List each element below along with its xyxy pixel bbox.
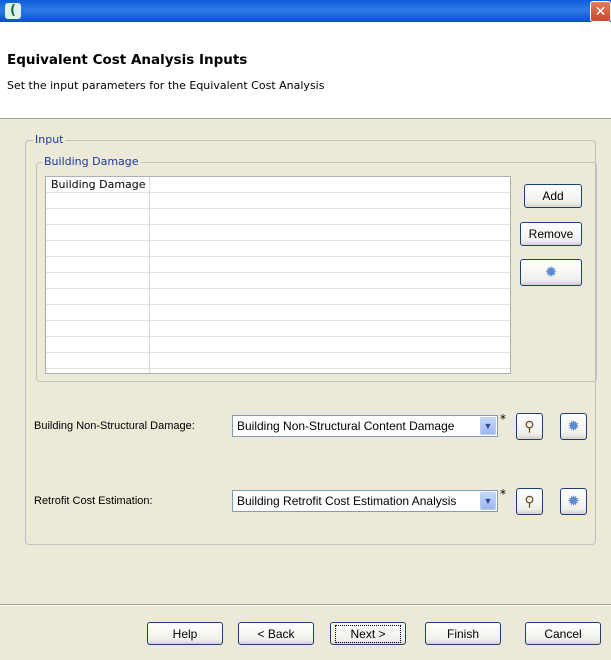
footer-separator <box>0 604 611 606</box>
nonstructural-search-button[interactable]: ⚲ <box>516 413 543 440</box>
table-row[interactable] <box>46 193 510 209</box>
add-button-label: Add <box>542 189 564 203</box>
finish-button-label: Finish <box>446 626 479 641</box>
magnifier-icon: ⚲ <box>524 418 535 434</box>
column-header-building-damage[interactable]: Building Damage <box>51 178 146 191</box>
cancel-button[interactable]: Cancel <box>525 622 601 645</box>
table-row[interactable] <box>46 353 510 369</box>
finish-button[interactable]: Finish <box>425 622 501 645</box>
window-titlebar: ( ✕ <box>0 0 611 22</box>
chevron-down-icon[interactable]: ▼ <box>480 417 496 435</box>
table-row[interactable] <box>46 289 510 305</box>
cancel-button-label: Cancel <box>544 626 582 641</box>
wizard-header: Equivalent Cost Analysis Inputs Set the … <box>0 22 611 119</box>
help-button[interactable]: Help <box>147 622 223 645</box>
table-row[interactable] <box>46 305 510 321</box>
retrofit-search-button[interactable]: ⚲ <box>516 488 543 515</box>
add-button[interactable]: Add <box>524 184 582 208</box>
page-description: Set the input parameters for the Equival… <box>7 79 325 92</box>
next-button-label: Next > <box>335 624 401 643</box>
nonstructural-select-value: Building Non-Structural Content Damage <box>237 419 455 433</box>
remove-button-label: Remove <box>528 227 574 241</box>
nonstructural-select[interactable]: Building Non-Structural Content Damage ▼ <box>232 415 498 437</box>
remove-button[interactable]: Remove <box>520 222 582 246</box>
retrofit-select[interactable]: Building Retrofit Cost Estimation Analys… <box>232 490 498 512</box>
gear-icon: ✹ <box>567 418 580 435</box>
next-button[interactable]: Next > <box>330 622 406 645</box>
magnifier-icon: ⚲ <box>524 493 535 509</box>
gear-icon: ✹ <box>567 493 580 510</box>
nonstructural-label: Building Non-Structural Damage: <box>34 420 195 432</box>
table-header-row: Building Damage <box>46 177 510 193</box>
required-marker: * <box>500 487 506 501</box>
table-row[interactable] <box>46 321 510 337</box>
table-row[interactable] <box>46 241 510 257</box>
retrofit-settings-button[interactable]: ✹ <box>560 488 587 515</box>
table-row[interactable] <box>46 273 510 289</box>
help-button-label: Help <box>172 626 198 641</box>
table-row[interactable] <box>46 209 510 225</box>
building-damage-settings-button[interactable]: ✹ <box>520 259 582 286</box>
back-button-label: < Back <box>257 626 295 641</box>
app-icon: ( <box>5 3 21 19</box>
table-row[interactable] <box>46 225 510 241</box>
retrofit-select-value: Building Retrofit Cost Estimation Analys… <box>237 494 457 508</box>
chevron-down-icon[interactable]: ▼ <box>480 492 496 510</box>
gear-icon: ✹ <box>544 264 558 281</box>
back-button[interactable]: < Back <box>238 622 314 645</box>
close-button[interactable]: ✕ <box>590 1 611 22</box>
nonstructural-settings-button[interactable]: ✹ <box>560 413 587 440</box>
table-row[interactable] <box>46 337 510 353</box>
retrofit-label: Retrofit Cost Estimation: <box>34 495 153 507</box>
page-title: Equivalent Cost Analysis Inputs <box>7 52 248 68</box>
table-row[interactable] <box>46 257 510 273</box>
input-group-legend: Input <box>33 133 66 146</box>
building-damage-table[interactable]: Building Damage <box>45 176 511 374</box>
close-icon: ✕ <box>594 3 607 20</box>
building-damage-group-legend: Building Damage <box>42 155 141 168</box>
required-marker: * <box>500 412 506 426</box>
